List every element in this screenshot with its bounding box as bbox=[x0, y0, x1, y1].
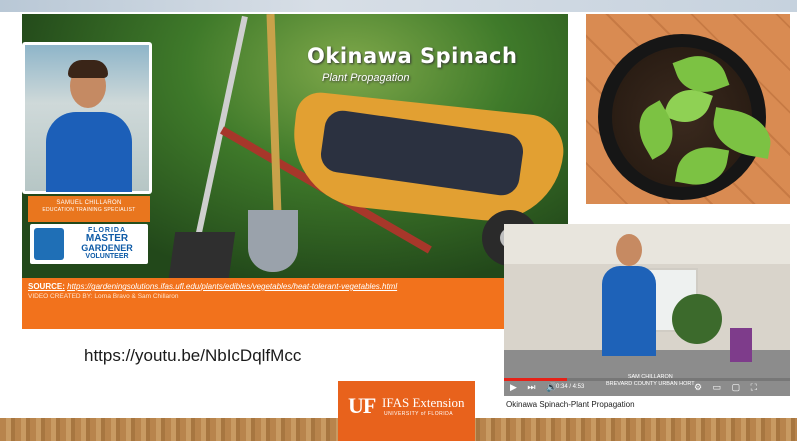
player-controls-left[interactable]: ▶ ⏭ 🔊 bbox=[510, 382, 561, 393]
florida-map-icon bbox=[34, 228, 64, 260]
source-line: SOURCE: https://gardeningsolutions.ifas.… bbox=[28, 282, 397, 291]
uf-ifas-name: IFAS Extension bbox=[382, 395, 465, 410]
uf-ifas-extension-logo: UF IFAS Extension UNIVERSITY of FLORIDA bbox=[338, 381, 475, 441]
uf-mark: UF bbox=[348, 393, 376, 418]
source-link[interactable]: https://gardeningsolutions.ifas.ufl.edu/… bbox=[67, 282, 397, 291]
caption-title: BREVARD COUNTY URBAN HORT bbox=[606, 380, 695, 387]
player-controls-right[interactable]: ⚙ ▭ ▢ ⛶ bbox=[694, 382, 761, 393]
youtube-video-player[interactable]: SAM CHILLARON BREVARD COUNTY URBAN HORT … bbox=[504, 224, 790, 396]
kitchen-cabinets bbox=[504, 224, 790, 264]
video-title: Okinawa Spinach bbox=[307, 44, 518, 68]
logo-line-volunteer: VOLUNTEER bbox=[85, 253, 129, 260]
rake-head bbox=[168, 232, 236, 278]
uf-university-name: UNIVERSITY of FLORIDA bbox=[384, 411, 454, 417]
presenter-nametag: SAMUEL CHILLARON EDUCATION TRAINING SPEC… bbox=[28, 196, 150, 222]
book bbox=[730, 328, 752, 362]
master-gardener-text: FLORIDA MASTER GARDENER VOLUNTEER bbox=[68, 227, 146, 260]
potted-plant bbox=[672, 294, 722, 344]
presenter-photo bbox=[22, 42, 152, 194]
video-credit: VIDEO CREATED BY: Lorna Bravo & Sam Chil… bbox=[28, 293, 179, 300]
presenter-name: SAMUEL CHILLARON bbox=[56, 200, 122, 206]
youtube-video-title[interactable]: Okinawa Spinach-Plant Propagation bbox=[506, 400, 635, 409]
presenter-hair bbox=[68, 60, 108, 78]
logo-line-gardener: GARDENER bbox=[81, 243, 133, 253]
source-label: SOURCE: bbox=[28, 282, 65, 291]
top-decorative-strip bbox=[0, 0, 797, 12]
video-subtitle: Plant Propagation bbox=[322, 72, 410, 84]
presenter-shirt bbox=[46, 112, 132, 192]
shovel-blade bbox=[248, 210, 298, 272]
presenter-shirt bbox=[602, 266, 656, 356]
youtube-url[interactable]: https://youtu.be/NbIcDqlfMcc bbox=[84, 346, 301, 366]
okinawa-spinach-photo bbox=[586, 14, 790, 204]
presenter-face bbox=[616, 234, 642, 266]
time-display: 0:34 / 4:53 bbox=[556, 384, 585, 390]
presenter-role: EDUCATION TRAINING SPECIALIST bbox=[42, 207, 136, 213]
master-gardener-logo: FLORIDA MASTER GARDENER VOLUNTEER bbox=[30, 224, 148, 264]
progress-bar-fill bbox=[504, 378, 567, 381]
